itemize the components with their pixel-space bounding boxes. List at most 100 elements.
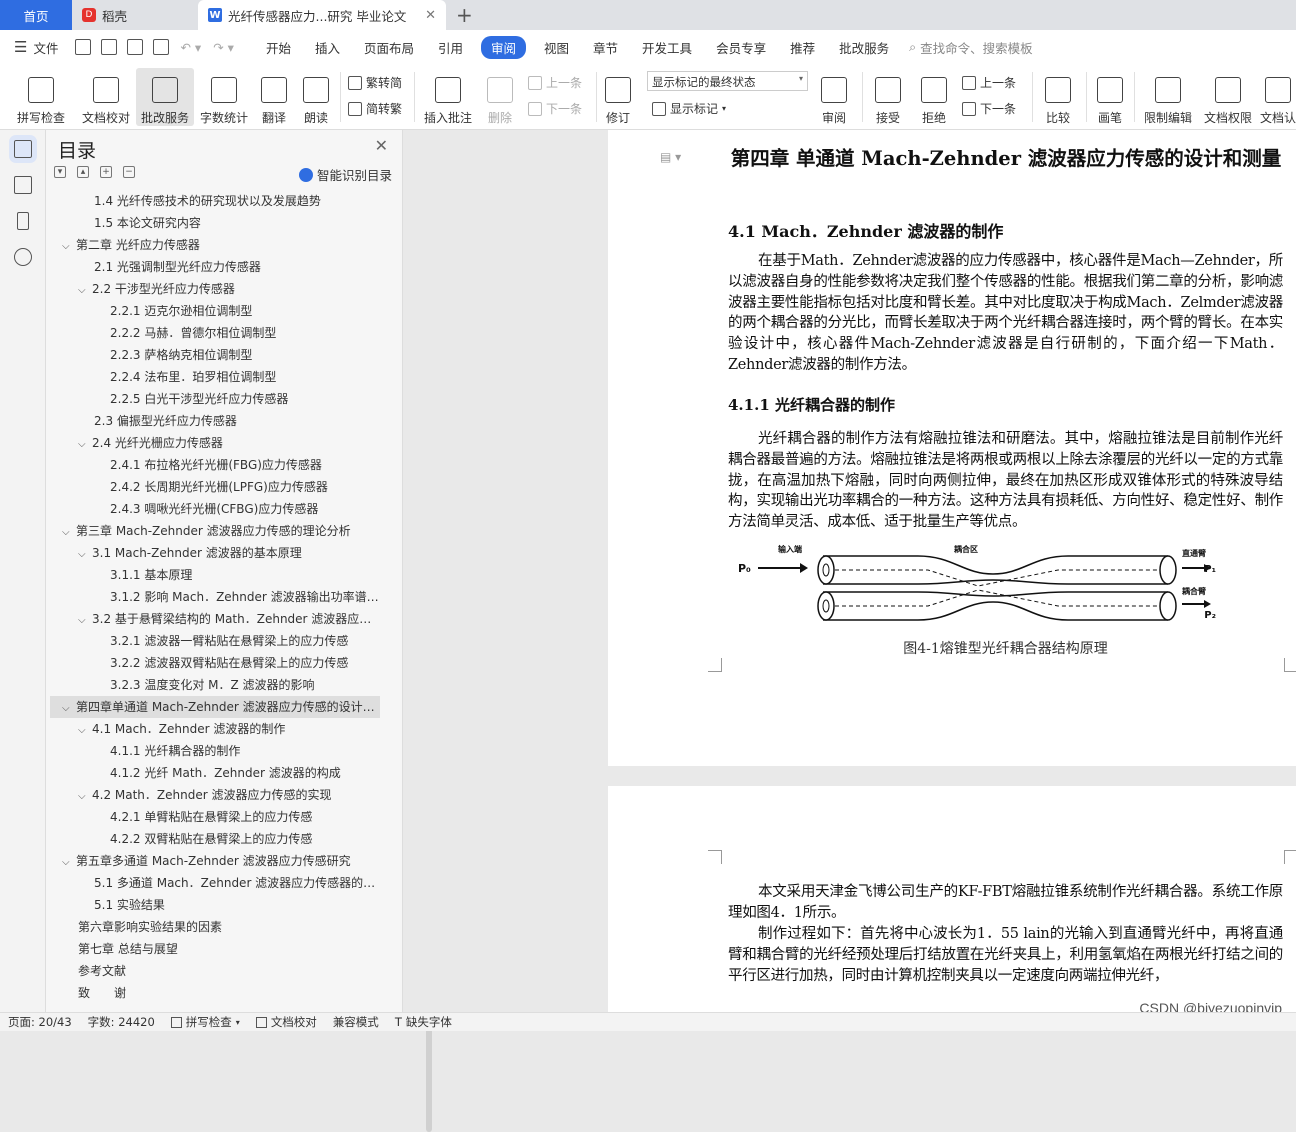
toc-item[interactable]: 3.1.1 基本原理 xyxy=(50,564,380,586)
toc-item[interactable]: 2.4.1 布拉格光纤光栅(FBG)应力传感器 xyxy=(50,454,380,476)
toc-item[interactable]: 2.2.4 法布里．珀罗相位调制型 xyxy=(50,366,380,388)
tab-home[interactable]: 首页 xyxy=(0,0,72,30)
menu-member[interactable]: 会员专享 xyxy=(704,38,778,57)
menu-reference[interactable]: 引用 xyxy=(426,38,475,57)
prev-comment-button[interactable]: 上一条 xyxy=(528,74,582,91)
toc-item[interactable]: 4.2.2 双臂粘贴在悬臂梁上的应力传感 xyxy=(50,828,380,850)
expand-chevron-icon[interactable]: ⌵ xyxy=(62,852,76,872)
menu-dev-tools[interactable]: 开发工具 xyxy=(630,38,704,57)
toc-item[interactable]: ⌵ 第五章多通道 Mach-Zehnder 滤波器应力传感研究 xyxy=(50,850,380,872)
menu-page-layout[interactable]: 页面布局 xyxy=(352,38,426,57)
page-menu-icon[interactable]: ▤ ▾ xyxy=(660,150,681,164)
review-pane-button[interactable]: 审阅 xyxy=(816,68,852,126)
toc-item[interactable]: 2.2.2 马赫．曾德尔相位调制型 xyxy=(50,322,380,344)
expand-chevron-icon[interactable]: ⌵ xyxy=(78,544,92,564)
toc-item[interactable]: 1.5 本论文研究内容 xyxy=(50,212,380,234)
find-icon[interactable] xyxy=(13,248,32,266)
toc-item[interactable]: 参考文献 xyxy=(50,960,380,982)
track-changes-button[interactable]: 修订 xyxy=(600,68,636,126)
menu-start[interactable]: 开始 xyxy=(254,38,303,57)
smart-toc-button[interactable]: 智能识别目录 xyxy=(298,165,392,184)
toc-item[interactable]: 3.1.2 影响 Mach．Zehnder 滤波器输出功率谱… xyxy=(50,586,380,608)
hamburger-icon[interactable]: ☰ xyxy=(14,38,27,56)
menu-view[interactable]: 视图 xyxy=(532,38,581,57)
toc-item[interactable]: ⌵ 4.1 Mach．Zehnder 滤波器的制作 xyxy=(50,718,380,740)
menu-file[interactable]: 文件 xyxy=(27,38,70,57)
expand-chevron-icon[interactable]: ⌵ xyxy=(78,786,92,806)
toc-panel-icon[interactable] xyxy=(8,135,37,163)
undo-icon[interactable]: ↶ ▾ xyxy=(180,40,201,55)
doc-proof-status[interactable]: 文档校对 xyxy=(248,1014,325,1030)
tab-document[interactable]: W 光纤传感器应力...研究 毕业论文 ✕ xyxy=(198,0,446,30)
toc-item[interactable]: 3.2.2 滤波器双臂粘贴在悬臂梁上的应力传感 xyxy=(50,652,380,674)
remove-heading-icon[interactable]: − xyxy=(123,166,135,178)
toc-item[interactable]: 2.4.2 长周期光纤光栅(LPFG)应力传感器 xyxy=(50,476,380,498)
tab-daoke[interactable]: D 稻壳 xyxy=(72,0,198,30)
command-search[interactable]: 查找命令、搜索模板 xyxy=(920,38,1033,57)
spellcheck-button[interactable]: 拼写检查 xyxy=(8,68,74,126)
translate-button[interactable]: 翻译 xyxy=(256,68,292,126)
reject-button[interactable]: 拒绝 xyxy=(914,68,954,126)
toc-item[interactable]: 2.3 偏振型光纤应力传感器 xyxy=(50,410,380,432)
toc-item[interactable]: 第七章 总结与展望 xyxy=(50,938,380,960)
toc-item[interactable]: 5.1 实验结果 xyxy=(50,894,380,916)
redo-icon[interactable]: ↷ ▾ xyxy=(213,40,234,55)
toc-item[interactable]: 2.2.5 白光干涉型光纤应力传感器 xyxy=(50,388,380,410)
doc-proof-button[interactable]: 文档校对 xyxy=(78,68,134,126)
expand-up-icon[interactable]: ▴ xyxy=(77,166,89,178)
toc-item[interactable]: 2.2.3 萨格纳克相位调制型 xyxy=(50,344,380,366)
save-icon[interactable] xyxy=(75,39,92,55)
show-marks-button[interactable]: 显示标记 ▾ xyxy=(652,100,726,117)
page-indicator[interactable]: 页面: 20/43 xyxy=(0,1014,80,1030)
spell-check-status[interactable]: 拼写检查 ▾ xyxy=(163,1014,248,1030)
menu-review[interactable]: 审阅 xyxy=(481,35,527,59)
toc-item[interactable]: 3.2.3 温度变化对 M．Z 滤波器的影响 xyxy=(50,674,380,696)
print-icon[interactable] xyxy=(127,39,144,55)
expand-chevron-icon[interactable]: ⌵ xyxy=(62,236,76,256)
toc-item[interactable]: ⌵ 第二章 光纤应力传感器 xyxy=(50,234,380,256)
export-pdf-icon[interactable] xyxy=(101,39,118,55)
toc-item[interactable]: 3.2.1 滤波器一臂粘贴在悬臂梁上的应力传感 xyxy=(50,630,380,652)
print-preview-icon[interactable] xyxy=(153,39,170,55)
review-service-button[interactable]: 批改服务 xyxy=(136,68,194,126)
missing-font-status[interactable]: T 缺失字体 xyxy=(387,1014,460,1030)
menu-chapter[interactable]: 章节 xyxy=(581,38,630,57)
toc-item[interactable]: 2.2.1 迈克尔逊相位调制型 xyxy=(50,300,380,322)
expand-chevron-icon[interactable]: ⌵ xyxy=(78,610,92,630)
toc-item[interactable]: 2.1 光强调制型光纤应力传感器 xyxy=(50,256,380,278)
menu-recommend[interactable]: 推荐 xyxy=(778,38,827,57)
expand-chevron-icon[interactable]: ⌵ xyxy=(78,720,92,740)
toc-item[interactable]: ⌵ 第三章 Mach-Zehnder 滤波器应力传感的理论分析 xyxy=(50,520,380,542)
prev-change-button[interactable]: 上一条 xyxy=(962,74,1016,91)
toc-item[interactable]: ⌵ 4.2 Math．Zehnder 滤波器应力传感的实现 xyxy=(50,784,380,806)
toc-item[interactable]: 4.1.2 光纤 Math．Zehnder 滤波器的构成 xyxy=(50,762,380,784)
word-count-button[interactable]: 字数统计 xyxy=(196,68,252,126)
close-icon[interactable]: ✕ xyxy=(375,136,388,155)
toc-item[interactable]: 4.2.1 单臂粘贴在悬臂梁上的应力传感 xyxy=(50,806,380,828)
toc-item[interactable]: ⌵ 3.1 Mach-Zehnder 滤波器的基本原理 xyxy=(50,542,380,564)
expand-chevron-icon[interactable]: ⌵ xyxy=(78,434,92,454)
menu-review-service[interactable]: 批改服务 xyxy=(827,38,901,57)
next-change-button[interactable]: 下一条 xyxy=(962,100,1016,117)
toc-item[interactable]: 5.1 多通道 Mach．Zehnder 滤波器应力传感器的… xyxy=(50,872,380,894)
toc-item[interactable]: ⌵ 3.2 基于悬臂梁结构的 Math．Zehnder 滤波器应… xyxy=(50,608,380,630)
doc-permission-button[interactable]: 文档权限 xyxy=(1200,68,1256,126)
doc-auth-button[interactable]: 文档认 xyxy=(1260,68,1296,126)
add-heading-icon[interactable]: + xyxy=(100,166,112,178)
compare-button[interactable]: 比较 xyxy=(1038,68,1078,126)
read-aloud-button[interactable]: 朗读 xyxy=(298,68,334,126)
accept-button[interactable]: 接受 xyxy=(868,68,908,126)
next-comment-button[interactable]: 下一条 xyxy=(528,100,582,117)
bookmark-icon[interactable] xyxy=(16,212,29,230)
chapter-nav-icon[interactable] xyxy=(13,176,32,194)
toc-item[interactable]: 1.4 光纤传感技术的研究现状以及发展趋势 xyxy=(50,190,380,212)
expand-chevron-icon[interactable]: ⌵ xyxy=(78,280,92,300)
expand-chevron-icon[interactable]: ⌵ xyxy=(62,522,76,542)
pen-button[interactable]: 画笔 xyxy=(1094,68,1126,126)
toc-item[interactable]: 4.1.1 光纤耦合器的制作 xyxy=(50,740,380,762)
toc-item[interactable]: ⌵ 2.4 光纤光栅应力传感器 xyxy=(50,432,380,454)
trad-to-simp-button[interactable]: 繁转简 xyxy=(348,74,402,91)
expand-chevron-icon[interactable]: ⌵ xyxy=(62,698,76,718)
toc-item[interactable]: 第六章影响实验结果的因素 xyxy=(50,916,380,938)
close-tab-icon[interactable]: ✕ xyxy=(425,8,436,23)
